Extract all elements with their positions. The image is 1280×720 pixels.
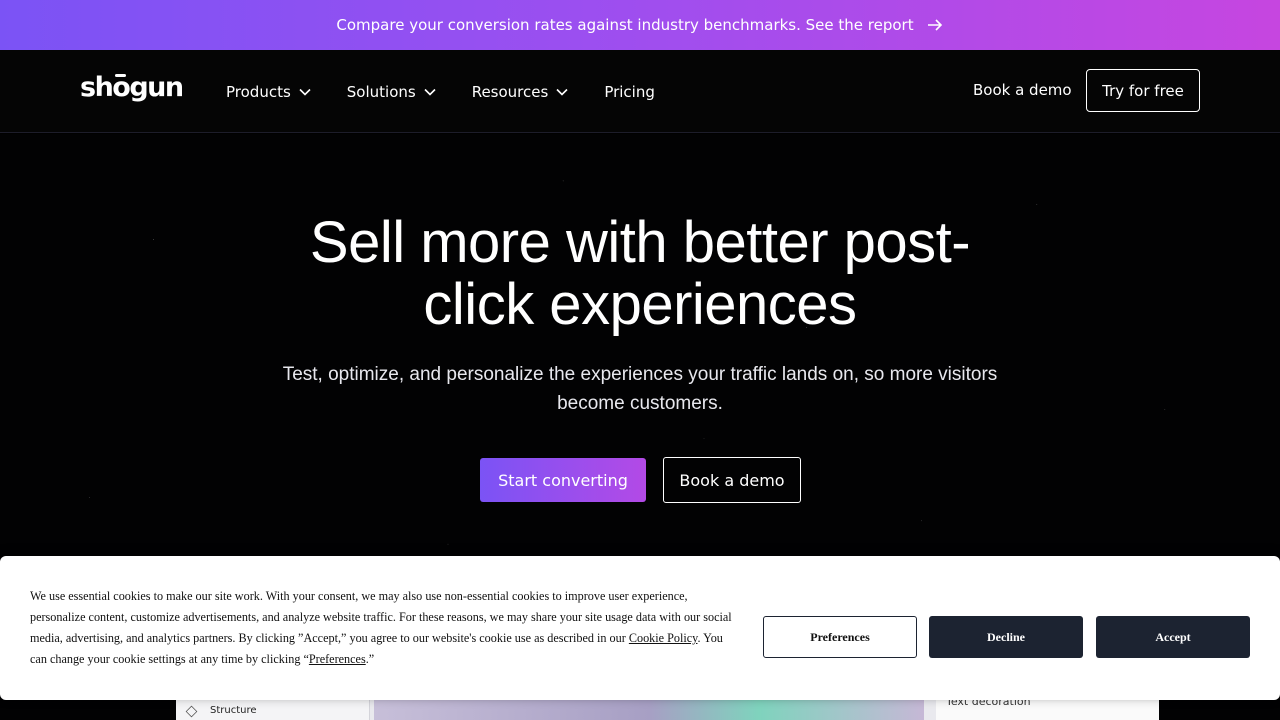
accept-button[interactable]: Accept <box>1096 616 1250 658</box>
chevron-down-icon <box>556 88 568 96</box>
cookie-policy-link[interactable]: Cookie Policy <box>629 631 698 645</box>
nav-item-products[interactable]: Products <box>226 83 311 101</box>
nav-item-pricing[interactable]: Pricing <box>604 83 655 101</box>
arrow-right-icon <box>927 19 942 31</box>
logo-text-end: gun <box>129 72 184 103</box>
shogun-logo[interactable]: shogun <box>80 72 184 103</box>
hero-headline-line1: Sell more with better post- <box>309 210 971 275</box>
hero-headline-line2: click experiences <box>423 272 857 337</box>
logo-text-o: o <box>112 72 131 103</box>
nav-item-solutions[interactable]: Solutions <box>347 83 436 101</box>
chevron-down-icon <box>299 88 311 96</box>
preferences-link[interactable]: Preferences <box>309 652 366 666</box>
nav-item-label: Products <box>226 82 291 101</box>
hero-headline: Sell more with better post- click experi… <box>240 212 1040 336</box>
start-converting-button[interactable]: Start converting <box>480 458 646 502</box>
cookie-banner: We use essential cookies to make our sit… <box>0 556 1280 700</box>
decline-button[interactable]: Decline <box>929 616 1083 658</box>
logo-text-start: sh <box>80 72 114 103</box>
nav-item-label: Resources <box>471 82 549 101</box>
hero-book-demo-button[interactable]: Book a demo <box>663 457 801 503</box>
nav-item-label: Solutions <box>346 82 416 101</box>
nav-menu: Products Solutions Resources Pricing <box>226 50 655 133</box>
main-nav: shogun Products Solutions Resources Pric… <box>0 50 1280 133</box>
structure-label: Structure <box>210 705 257 716</box>
cookie-text-3: .” <box>365 652 375 666</box>
hero-subhead: Test, optimize, and personalize the expe… <box>282 364 998 414</box>
cookie-text-1: We use essential cookies to make our sit… <box>30 589 732 645</box>
chevron-down-icon <box>424 88 436 96</box>
announcement-bar[interactable]: Compare your conversion rates against in… <box>0 0 1280 50</box>
nav-item-label: Pricing <box>604 82 655 101</box>
preferences-button[interactable]: Preferences <box>763 616 917 658</box>
nav-book-demo-link[interactable]: Book a demo <box>973 81 1072 99</box>
cube-icon <box>185 705 198 718</box>
announcement-text[interactable]: Compare your conversion rates against in… <box>336 16 913 34</box>
nav-item-resources[interactable]: Resources <box>472 83 569 101</box>
try-for-free-button[interactable]: Try for free <box>1086 69 1200 112</box>
cookie-message: We use essential cookies to make our sit… <box>30 586 742 670</box>
